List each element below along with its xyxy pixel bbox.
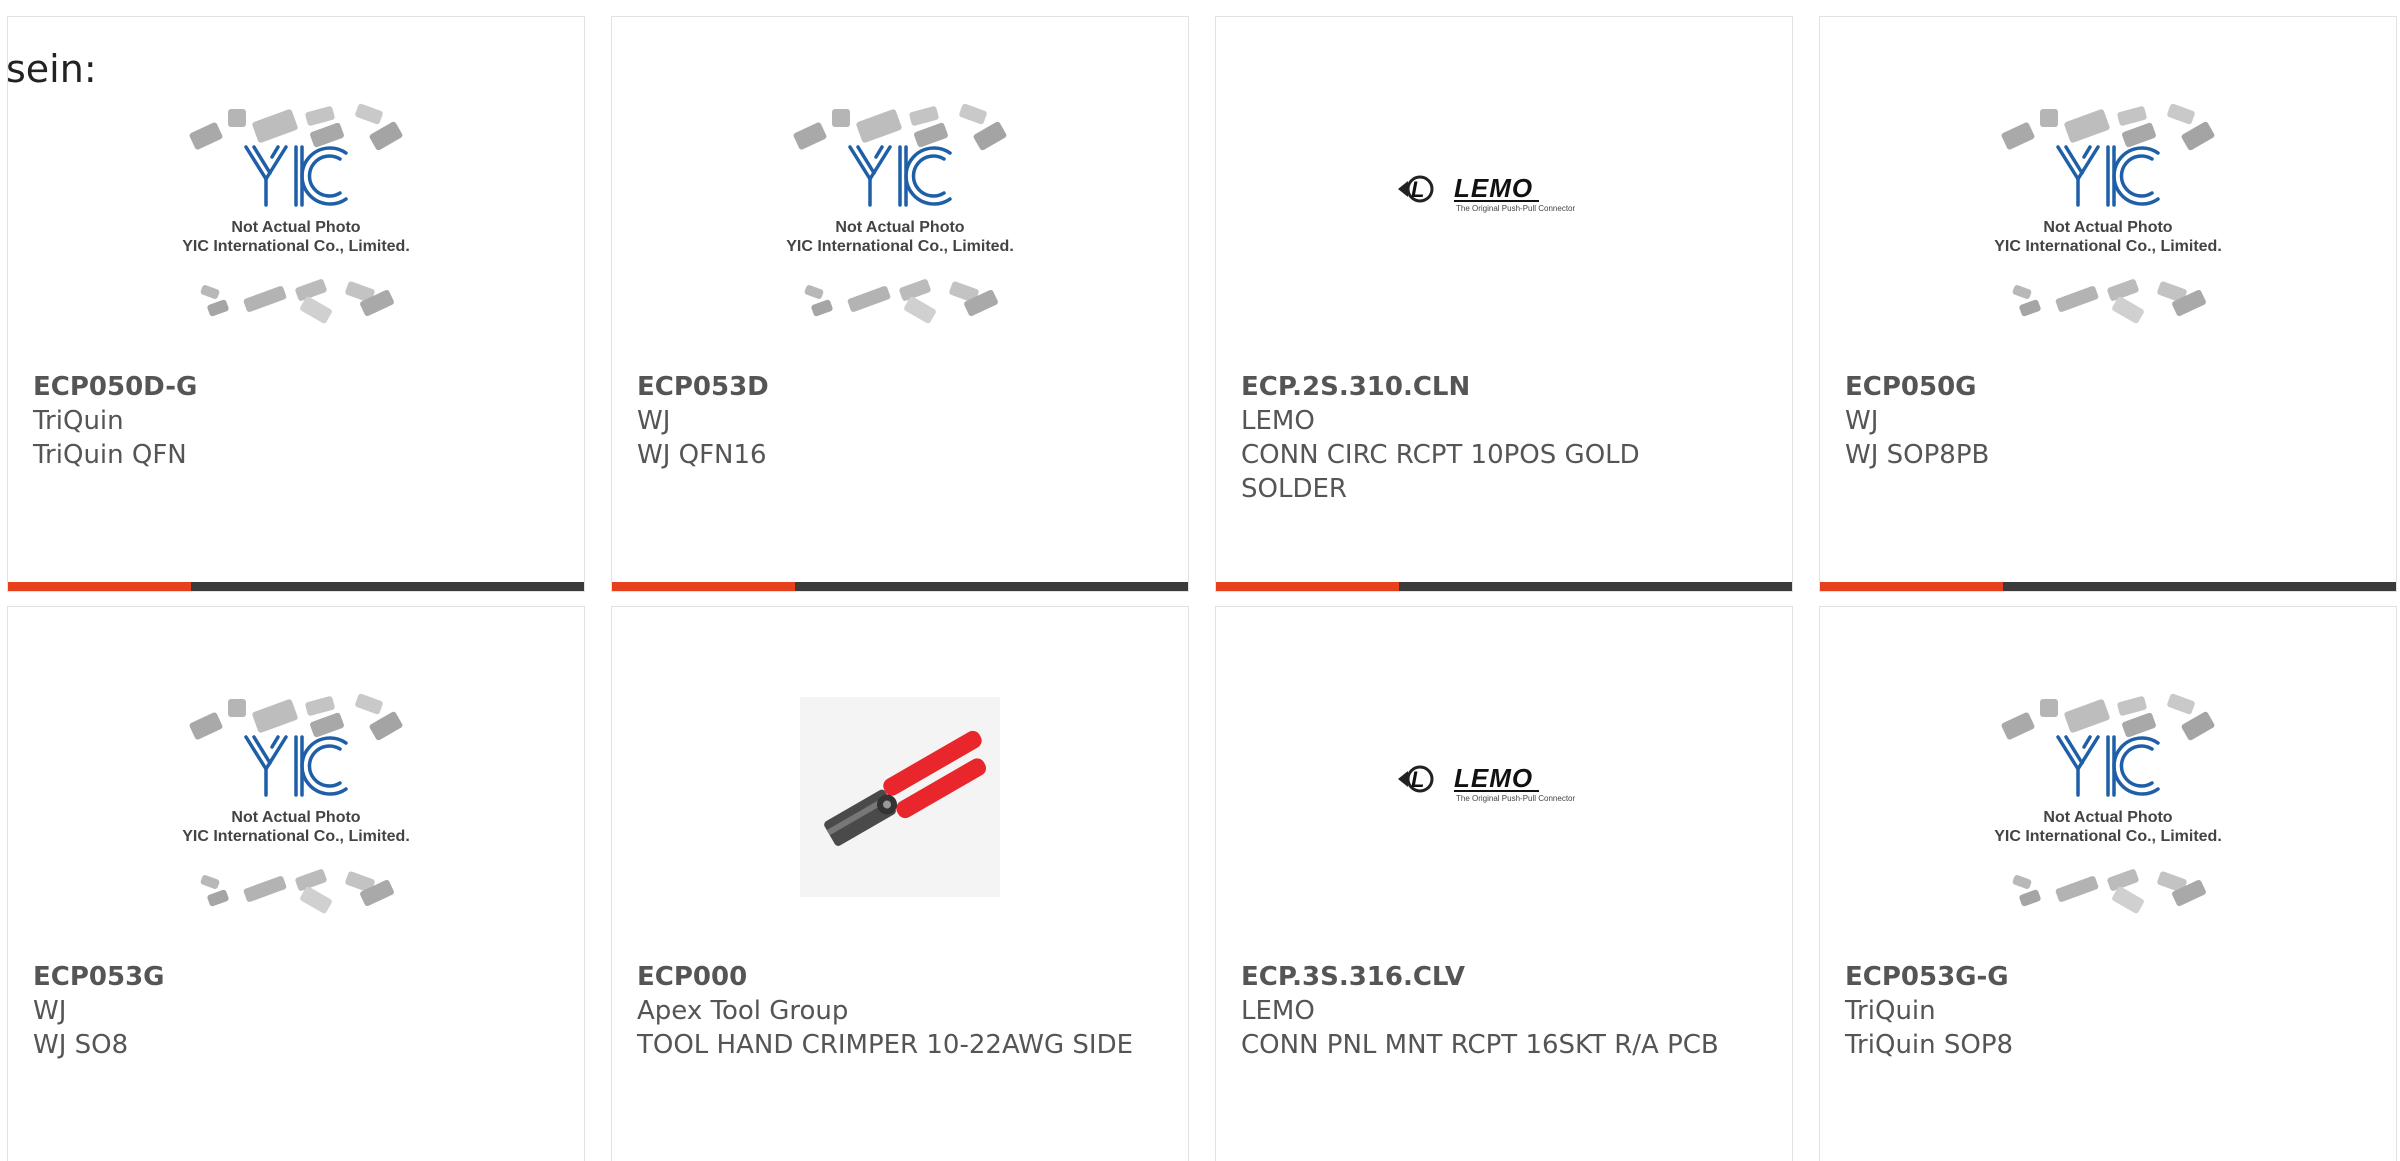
svg-text:LEMO: LEMO [1454, 763, 1533, 793]
svg-text:YIC International Co., Limited: YIC International Co., Limited. [1994, 238, 2222, 255]
card-accent-bar [8, 582, 191, 591]
lemo-logo: L LEMO The Original Push-Pull Connector [1398, 763, 1576, 803]
product-info: ECP.3S.316.CLV LEMO CONN PNL MNT RCPT 16… [1241, 960, 1751, 1062]
part-number-link[interactable]: ECP050D-G [33, 370, 543, 404]
product-thumbnail[interactable]: L LEMO The Original Push-Pull Connector [1216, 87, 1792, 377]
product-card[interactable]: L LEMO The Original Push-Pull Connector … [1215, 606, 1793, 1161]
svg-text:YIC International Co., Limited: YIC International Co., Limited. [1994, 828, 2222, 845]
part-number-link[interactable]: ECP.3S.316.CLV [1241, 960, 1751, 994]
not-actual-photo-image: Not Actual Photo YIC International Co., … [1994, 103, 2222, 324]
product-thumbnail[interactable]: Not Actual Photo YIC International Co., … [1820, 677, 2396, 967]
product-thumbnail[interactable]: Not Actual Photo YIC International Co., … [8, 677, 584, 967]
product-card[interactable]: Not Actual Photo YIC International Co., … [1819, 606, 2397, 1161]
manufacturer-name: LEMO [1241, 996, 1315, 1026]
manufacturer-name: Apex Tool Group [637, 996, 849, 1026]
svg-text:The Original Push-Pull Connect: The Original Push-Pull Connector [1456, 794, 1576, 803]
svg-text:Not Actual Photo: Not Actual Photo [231, 809, 360, 826]
svg-text:LEMO: LEMO [1454, 173, 1533, 203]
card-accent-bar [1216, 582, 1399, 591]
product-card[interactable]: L LEMO The Original Push-Pull Connector … [1215, 16, 1793, 592]
svg-text:YIC International Co., Limited: YIC International Co., Limited. [182, 238, 410, 255]
svg-text:YIC International Co., Limited: YIC International Co., Limited. [182, 828, 410, 845]
product-thumbnail[interactable]: L LEMO The Original Push-Pull Connector [1216, 677, 1792, 967]
part-number-link[interactable]: ECP053D [637, 370, 1147, 404]
crimper-photo [800, 697, 1000, 897]
product-thumbnail[interactable]: Not Actual Photo YIC International Co., … [8, 87, 584, 377]
product-info: ECP053G-G TriQuin TriQuin SOP8 [1845, 960, 2355, 1062]
svg-text:L: L [1411, 767, 1424, 792]
product-info: ECP050D-G TriQuin TriQuin QFN [33, 370, 543, 472]
svg-text:Not Actual Photo: Not Actual Photo [2043, 219, 2172, 236]
svg-text:L: L [1411, 177, 1424, 202]
svg-text:Not Actual Photo: Not Actual Photo [2043, 809, 2172, 826]
not-actual-photo-image: Not Actual Photo YIC International Co., … [182, 693, 410, 914]
card-bottom-bar [612, 582, 1188, 591]
part-number-link[interactable]: ECP050G [1845, 370, 2355, 404]
svg-text:The Original Push-Pull Connect: The Original Push-Pull Connector [1456, 204, 1576, 213]
product-description: WJ QFN16 [637, 440, 767, 470]
card-accent-bar [1820, 582, 2003, 591]
product-description: TriQuin SOP8 [1845, 1030, 2014, 1060]
part-number-link[interactable]: ECP053G-G [1845, 960, 2355, 994]
product-description: WJ SO8 [33, 1030, 129, 1060]
svg-text:Not Actual Photo: Not Actual Photo [835, 219, 964, 236]
product-info: ECP000 Apex Tool Group TOOL HAND CRIMPER… [637, 960, 1147, 1062]
product-description: TriQuin QFN [33, 440, 187, 470]
product-info: ECP050G WJ WJ SOP8PB [1845, 370, 2355, 472]
manufacturer-name: WJ [33, 996, 67, 1026]
manufacturer-name: TriQuin [33, 406, 124, 436]
manufacturer-name: LEMO [1241, 406, 1315, 436]
card-bottom-bar [1216, 582, 1792, 591]
part-number-link[interactable]: ECP053G [33, 960, 543, 994]
manufacturer-name: WJ [637, 406, 671, 436]
product-description: TOOL HAND CRIMPER 10-22AWG SIDE [637, 1030, 1134, 1060]
product-description: WJ SOP8PB [1845, 440, 1990, 470]
part-number-link[interactable]: ECP000 [637, 960, 1147, 994]
part-number-link[interactable]: ECP.2S.310.CLN [1241, 370, 1751, 404]
lemo-logo: L LEMO The Original Push-Pull Connector [1398, 173, 1576, 213]
product-grid-page: sein: Not Actual Photo YIC International… [0, 0, 2400, 1161]
product-card[interactable]: Not Actual Photo YIC International Co., … [611, 16, 1189, 592]
svg-text:YIC International Co., Limited: YIC International Co., Limited. [786, 238, 1014, 255]
product-thumbnail[interactable]: Not Actual Photo YIC International Co., … [612, 87, 1188, 377]
product-card[interactable]: ECP000 Apex Tool Group TOOL HAND CRIMPER… [611, 606, 1189, 1161]
product-info: ECP.2S.310.CLN LEMO CONN CIRC RCPT 10POS… [1241, 370, 1751, 506]
card-accent-bar [612, 582, 795, 591]
page-text-fragment: sein: [6, 47, 97, 91]
product-info: ECP053D WJ WJ QFN16 [637, 370, 1147, 472]
card-bottom-bar [8, 582, 584, 591]
not-actual-photo-image: Not Actual Photo YIC International Co., … [182, 103, 410, 324]
not-actual-photo-image: Not Actual Photo YIC International Co., … [1994, 693, 2222, 914]
manufacturer-name: WJ [1845, 406, 1879, 436]
product-card[interactable]: Not Actual Photo YIC International Co., … [7, 16, 585, 592]
card-bottom-bar [1820, 582, 2396, 591]
product-info: ECP053G WJ WJ SO8 [33, 960, 543, 1062]
product-description: CONN CIRC RCPT 10POS GOLD SOLDER [1241, 440, 1640, 504]
product-description: CONN PNL MNT RCPT 16SKT R/A PCB [1241, 1030, 1719, 1060]
svg-text:Not Actual Photo: Not Actual Photo [231, 219, 360, 236]
product-thumbnail[interactable] [612, 677, 1188, 967]
not-actual-photo-image: Not Actual Photo YIC International Co., … [786, 103, 1014, 324]
product-thumbnail[interactable]: Not Actual Photo YIC International Co., … [1820, 87, 2396, 377]
product-card[interactable]: Not Actual Photo YIC International Co., … [1819, 16, 2397, 592]
manufacturer-name: TriQuin [1845, 996, 1936, 1026]
product-card[interactable]: Not Actual Photo YIC International Co., … [7, 606, 585, 1161]
